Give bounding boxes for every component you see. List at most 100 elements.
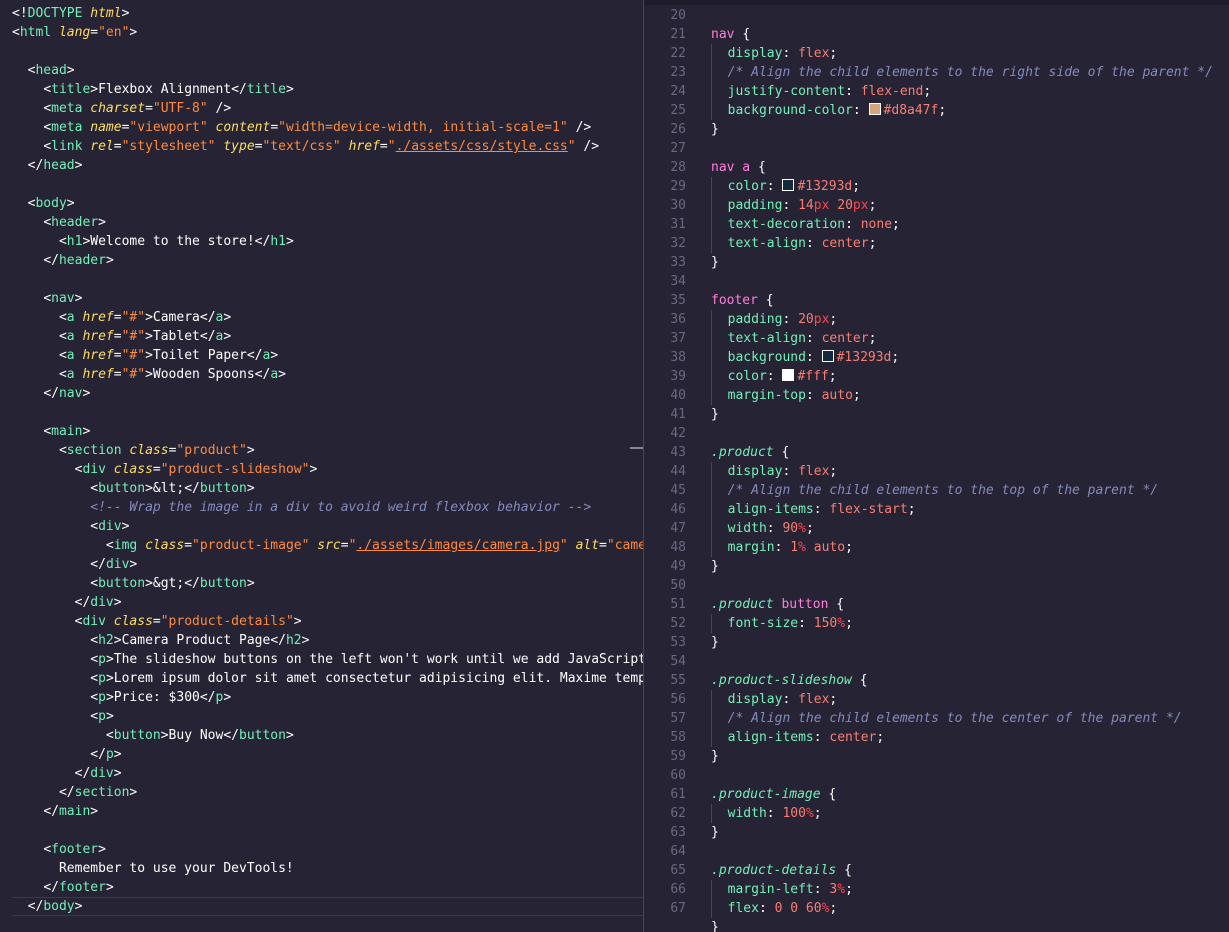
code-line[interactable]: <title>Flexbox Alignment</title> [12, 80, 643, 99]
code-line[interactable]: 21 nav { [644, 25, 1213, 44]
code-line[interactable]: 59} [644, 747, 1213, 766]
code-line[interactable]: 63} [644, 823, 1213, 842]
color-swatch-icon[interactable] [782, 369, 795, 381]
code-line[interactable]: </div> [12, 555, 643, 574]
code-line[interactable]: <footer> [12, 840, 643, 859]
code-line[interactable]: <p>Lorem ipsum dolor sit amet consectetu… [12, 669, 643, 688]
code-line[interactable]: 49} [644, 557, 1213, 576]
code-line[interactable]: <meta name="viewport" content="width=dev… [12, 118, 643, 137]
code-line[interactable]: </header> [12, 251, 643, 270]
code-line[interactable]: </p> [12, 745, 643, 764]
code-line[interactable]: 24 justify-content: flex-end; [644, 82, 1213, 101]
code-line[interactable]: 29 color: #13293d; [644, 177, 1213, 196]
code-line[interactable]: 54 [644, 652, 1213, 671]
code-line[interactable]: <!DOCTYPE html> [12, 4, 643, 23]
code-line[interactable]: </div> [12, 764, 643, 783]
code-line[interactable]: 22 display: flex; [644, 44, 1213, 63]
code-line[interactable]: <a href="#">Camera</a> [12, 308, 643, 327]
code-line[interactable]: 56 display: flex; [644, 690, 1213, 709]
code-line[interactable]: </head> [12, 156, 643, 175]
code-line[interactable]: 55 .product-slideshow { [644, 671, 1213, 690]
code-line[interactable]: 28 nav a { [644, 158, 1213, 177]
code-line[interactable]: <a href="#">Tablet</a> [12, 327, 643, 346]
code-line[interactable]: 35 footer { [644, 291, 1213, 310]
html-editor-pane[interactable]: <!DOCTYPE html> <html lang="en"> <head> <… [0, 0, 643, 932]
code-line[interactable]: 47 width: 90%; [644, 519, 1213, 538]
code-line[interactable]: <h2>Camera Product Page</h2> [12, 631, 643, 650]
code-line[interactable]: 25 background-color: #d8a47f; [644, 101, 1213, 120]
code-line[interactable]: Remember to use your DevTools! [12, 859, 643, 878]
code-line[interactable]: <head> [12, 61, 643, 80]
code-line[interactable]: 26} [644, 120, 1213, 139]
code-line[interactable]: <body> [12, 194, 643, 213]
code-line[interactable]: </body> [12, 897, 643, 916]
code-line[interactable]: <p>The slideshow buttons on the left won… [12, 650, 643, 669]
code-line[interactable]: <button>&lt;</button> [12, 479, 643, 498]
code-line[interactable]: 30 padding: 14px 20px; [644, 196, 1213, 215]
code-line[interactable]: 45 /* Align the child elements to the to… [644, 481, 1213, 500]
color-swatch-icon[interactable] [868, 103, 881, 115]
code-line[interactable]: 50 [644, 576, 1213, 595]
code-line[interactable]: <div class="product-slideshow"> [12, 460, 643, 479]
code-line[interactable]: 44 display: flex; [644, 462, 1213, 481]
code-line[interactable]: <h1>Welcome to the store!</h1> [12, 232, 643, 251]
code-line[interactable]: 61 .product-image { [644, 785, 1213, 804]
color-swatch-icon[interactable] [782, 179, 795, 191]
css-code-area[interactable]: 19}2021nav {22 display: flex;23 /* Align… [644, 0, 1213, 932]
code-line[interactable]: 37 text-align: center; [644, 329, 1213, 348]
code-line[interactable]: </footer> [12, 878, 643, 897]
code-line[interactable]: <div> [12, 517, 643, 536]
code-line[interactable]: 66 margin-left: 3%; [644, 880, 1213, 899]
code-line[interactable]: 42 [644, 424, 1213, 443]
split-sash-handle[interactable] [630, 447, 643, 449]
code-line[interactable]: <!-- Wrap the image in a div to avoid we… [12, 498, 643, 517]
code-line[interactable]: 67 flex: 0 0 60%; [644, 899, 1213, 918]
code-line[interactable]: <a href="#">Wooden Spoons</a> [12, 365, 643, 384]
code-line[interactable]: 31 text-decoration: none; [644, 215, 1213, 234]
code-line[interactable]: 60 [644, 766, 1213, 785]
code-line[interactable]: </section> [12, 783, 643, 802]
code-line[interactable]: <link rel="stylesheet" type="text/css" h… [12, 137, 643, 156]
code-line[interactable]: <button>&gt;</button> [12, 574, 643, 593]
code-line[interactable]: <a href="#">Toilet Paper</a> [12, 346, 643, 365]
css-editor-pane[interactable]: 19}2021nav {22 display: flex;23 /* Align… [644, 0, 1229, 932]
code-line[interactable]: 51 .product button { [644, 595, 1213, 614]
code-line[interactable]: </div> [12, 593, 643, 612]
code-line[interactable] [12, 821, 643, 840]
code-line[interactable]: 57 /* Align the child elements to the ce… [644, 709, 1213, 728]
code-line[interactable]: <html lang="en"> [12, 23, 643, 42]
code-line[interactable]: } [644, 918, 1213, 932]
color-swatch-icon[interactable] [821, 350, 834, 362]
code-line[interactable]: </main> [12, 802, 643, 821]
code-line[interactable]: <img class="product-image" src="./assets… [12, 536, 643, 555]
code-line[interactable]: <nav> [12, 289, 643, 308]
code-line[interactable]: <section class="product"> [12, 441, 643, 460]
code-line[interactable]: 58 align-items: center; [644, 728, 1213, 747]
code-line[interactable]: 65 .product-details { [644, 861, 1213, 880]
code-line[interactable] [12, 403, 643, 422]
code-line[interactable]: 64 [644, 842, 1213, 861]
code-line[interactable]: 52 font-size: 150%; [644, 614, 1213, 633]
code-line[interactable]: <header> [12, 213, 643, 232]
code-line[interactable]: <p>Price: $300</p> [12, 688, 643, 707]
code-line[interactable]: <div class="product-details"> [12, 612, 643, 631]
code-line[interactable]: <button>Buy Now</button> [12, 726, 643, 745]
code-line[interactable]: 39 color: #fff; [644, 367, 1213, 386]
code-line[interactable]: <p> [12, 707, 643, 726]
code-line[interactable]: 32 text-align: center; [644, 234, 1213, 253]
code-line[interactable]: 23 /* Align the child elements to the ri… [644, 63, 1213, 82]
code-line[interactable] [12, 42, 643, 61]
code-line[interactable] [12, 270, 643, 289]
code-line[interactable]: 46 align-items: flex-start; [644, 500, 1213, 519]
code-line[interactable]: 48 margin: 1% auto; [644, 538, 1213, 557]
code-line[interactable]: 53} [644, 633, 1213, 652]
code-line[interactable]: 27 [644, 139, 1213, 158]
code-line[interactable]: 62 width: 100%; [644, 804, 1213, 823]
code-line[interactable]: <main> [12, 422, 643, 441]
code-line[interactable]: 38 background: #13293d; [644, 348, 1213, 367]
code-line[interactable]: 41} [644, 405, 1213, 424]
code-line[interactable]: 43 .product { [644, 443, 1213, 462]
code-line[interactable]: 33} [644, 253, 1213, 272]
code-line[interactable]: <meta charset="UTF-8" /> [12, 99, 643, 118]
code-line[interactable]: </nav> [12, 384, 643, 403]
